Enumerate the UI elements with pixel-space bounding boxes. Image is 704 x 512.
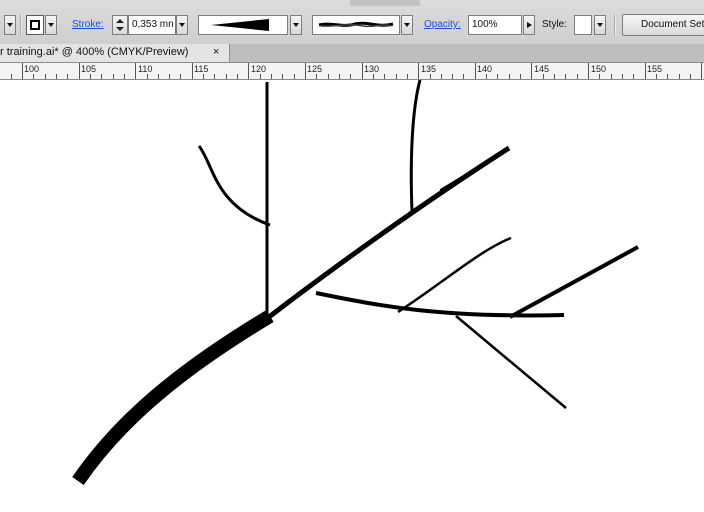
stroke-weight-field[interactable]: 0,353 mn: [128, 15, 176, 35]
chevron-down-icon: [293, 23, 299, 27]
variable-width-profile-select[interactable]: [198, 15, 288, 35]
top-panel-edge: [350, 0, 420, 6]
main-branch-path: [72, 309, 274, 485]
chevron-down-icon: [48, 23, 54, 27]
ruler-label: 115: [194, 64, 209, 74]
main-branch-tip-path: [439, 147, 510, 191]
graphic-style-dropdown-button[interactable]: [594, 15, 606, 35]
stroke-panel-link[interactable]: Stroke:: [72, 19, 104, 30]
stroke-swatch-icon: [30, 20, 40, 30]
close-icon[interactable]: ×: [213, 46, 219, 58]
ruler-label: 140: [477, 64, 493, 74]
ruler-label: 120: [251, 64, 267, 74]
spinner-down-icon[interactable]: [116, 27, 124, 31]
side-branch-path: [315, 291, 565, 318]
ruler-label: 155: [647, 64, 663, 74]
top-twig-path: [409, 79, 422, 212]
ruler-label: 100: [24, 64, 40, 74]
brush-dropdown-button[interactable]: [401, 15, 413, 35]
style-label: Style:: [542, 19, 568, 30]
divider: [20, 14, 22, 36]
document-setup-button[interactable]: Document Setup: [622, 14, 704, 36]
chevron-right-icon: [526, 22, 532, 28]
document-tab-bar: r training.ai* @ 400% (CMYK/Preview) ×: [0, 44, 704, 63]
ruler-label: 130: [364, 64, 380, 74]
brush-definition-icon: [318, 21, 394, 28]
ruler-label: 125: [307, 64, 323, 74]
ruler-label: 105: [81, 64, 97, 74]
horizontal-ruler[interactable]: 100 105 110 115 120 125 130 135 140 145 …: [0, 63, 704, 80]
ruler-label: 150: [591, 64, 607, 74]
branch-artwork[interactable]: [0, 79, 704, 509]
fill-dropdown-button[interactable]: [4, 15, 16, 35]
chevron-down-icon: [597, 23, 603, 27]
chevron-down-icon: [179, 23, 185, 27]
downward-twig-path: [455, 315, 567, 409]
opacity-panel-link[interactable]: Opacity:: [424, 19, 461, 30]
curved-twig-path: [197, 145, 271, 227]
fine-twig-path: [397, 236, 512, 314]
chevron-down-icon: [404, 23, 410, 27]
document-tab-title: r training.ai* @ 400% (CMYK/Preview): [0, 46, 189, 58]
stroke-weight-dropdown-button[interactable]: [176, 15, 188, 35]
artboard-canvas[interactable]: [0, 79, 704, 509]
document-tab[interactable]: r training.ai* @ 400% (CMYK/Preview) ×: [0, 44, 230, 62]
opacity-field[interactable]: 100%: [468, 15, 522, 35]
stroke-swatch-dropdown-button[interactable]: [45, 15, 57, 35]
chevron-down-icon: [7, 23, 13, 27]
stroke-weight-spinner[interactable]: [112, 15, 128, 35]
ruler-label: 135: [421, 64, 437, 74]
brush-definition-select[interactable]: [312, 15, 400, 35]
right-twig-path: [509, 245, 639, 319]
ruler-label: 145: [534, 64, 550, 74]
graphic-style-swatch[interactable]: [574, 15, 592, 35]
profile-dropdown-button[interactable]: [290, 15, 302, 35]
spinner-up-icon[interactable]: [116, 19, 124, 23]
ruler-label: 110: [138, 64, 153, 74]
control-bar: Stroke: 0,353 mn Opacity: 100% Style: Do…: [0, 0, 704, 45]
variable-width-profile-icon: [211, 19, 269, 31]
divider: [614, 14, 616, 36]
stroke-swatch-button[interactable]: [26, 15, 44, 35]
main-branch-path: [263, 145, 511, 322]
opacity-slider-button[interactable]: [523, 15, 535, 35]
